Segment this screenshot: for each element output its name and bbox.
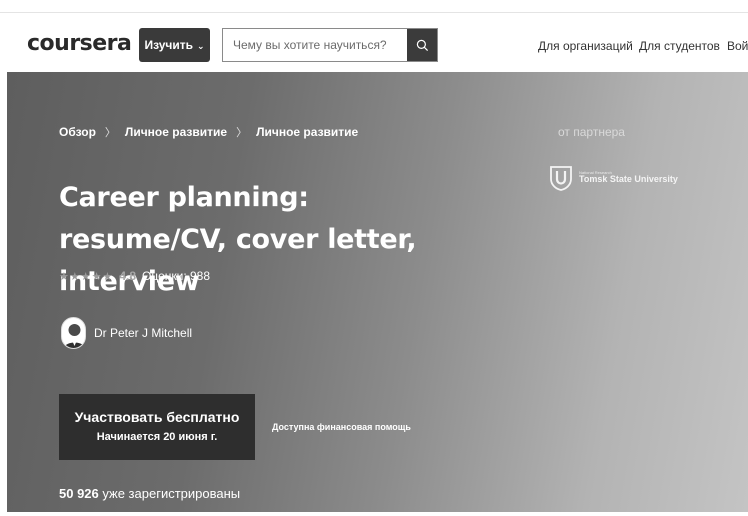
search-bar [222, 28, 438, 62]
enrolled-number: 50 926 [59, 486, 99, 501]
breadcrumb-separator-icon: 〉 [236, 127, 248, 139]
search-input[interactable] [223, 29, 407, 61]
explore-label: Изучить [144, 38, 193, 52]
partner-text: National Research Tomsk State University [579, 169, 678, 185]
breadcrumb-personal-development[interactable]: Личное развитие [125, 125, 227, 139]
nav-for-organizations[interactable]: Для организаций [538, 39, 633, 53]
instructor[interactable]: Dr Peter J Mitchell [61, 317, 192, 349]
breadcrumb-browse[interactable]: Обзор [59, 125, 96, 139]
rating-count[interactable]: Оценки: 988 [142, 269, 210, 283]
course-hero: Обзор 〉 Личное развитие 〉 Личное развити… [7, 72, 748, 512]
star-rating-icon: ★★★★★ [59, 270, 114, 283]
enrolled-count: 50 926 уже зарегистрированы [59, 486, 240, 501]
partner-subtitle: National Research [579, 169, 612, 175]
breadcrumb-separator-icon: 〉 [104, 127, 116, 139]
partner-logo[interactable]: National Research Tomsk State University [549, 165, 678, 191]
rating-value: 4.8 [119, 269, 136, 283]
financial-aid-link[interactable]: Доступна финансовая помощь [272, 422, 411, 432]
top-clipped-strip [0, 0, 748, 12]
start-date: Начинается 20 июня г. [96, 431, 218, 443]
breadcrumb: Обзор 〉 Личное развитие 〉 Личное развити… [59, 124, 358, 140]
site-header: coursera Изучить ⌄ Для организаций Для с… [0, 12, 748, 72]
course-title: Career planning: resume/CV, cover letter… [59, 182, 417, 297]
enroll-label: Участвовать бесплатно [74, 409, 240, 425]
search-button[interactable] [407, 29, 437, 61]
coursera-logo[interactable]: coursera [27, 31, 132, 56]
course-rating: ★★★★★ 4.8 Оценки: 988 [59, 269, 210, 283]
instructor-name[interactable]: Dr Peter J Mitchell [94, 326, 192, 340]
partner-label: от партнера [558, 125, 625, 139]
nav-for-students[interactable]: Для студентов [639, 39, 720, 53]
avatar [61, 317, 86, 349]
explore-button[interactable]: Изучить ⌄ [139, 28, 210, 62]
enrolled-text: уже зарегистрированы [98, 486, 241, 501]
breadcrumb-current[interactable]: Личное развитие [256, 125, 358, 139]
university-shield-icon [550, 166, 572, 191]
partner-name: Tomsk State University [579, 174, 678, 185]
chevron-down-icon: ⌄ [197, 40, 205, 51]
nav-login[interactable]: Войт [727, 39, 748, 53]
search-icon [416, 39, 428, 51]
enroll-free-button[interactable]: Участвовать бесплатно Начинается 20 июня… [59, 394, 255, 460]
